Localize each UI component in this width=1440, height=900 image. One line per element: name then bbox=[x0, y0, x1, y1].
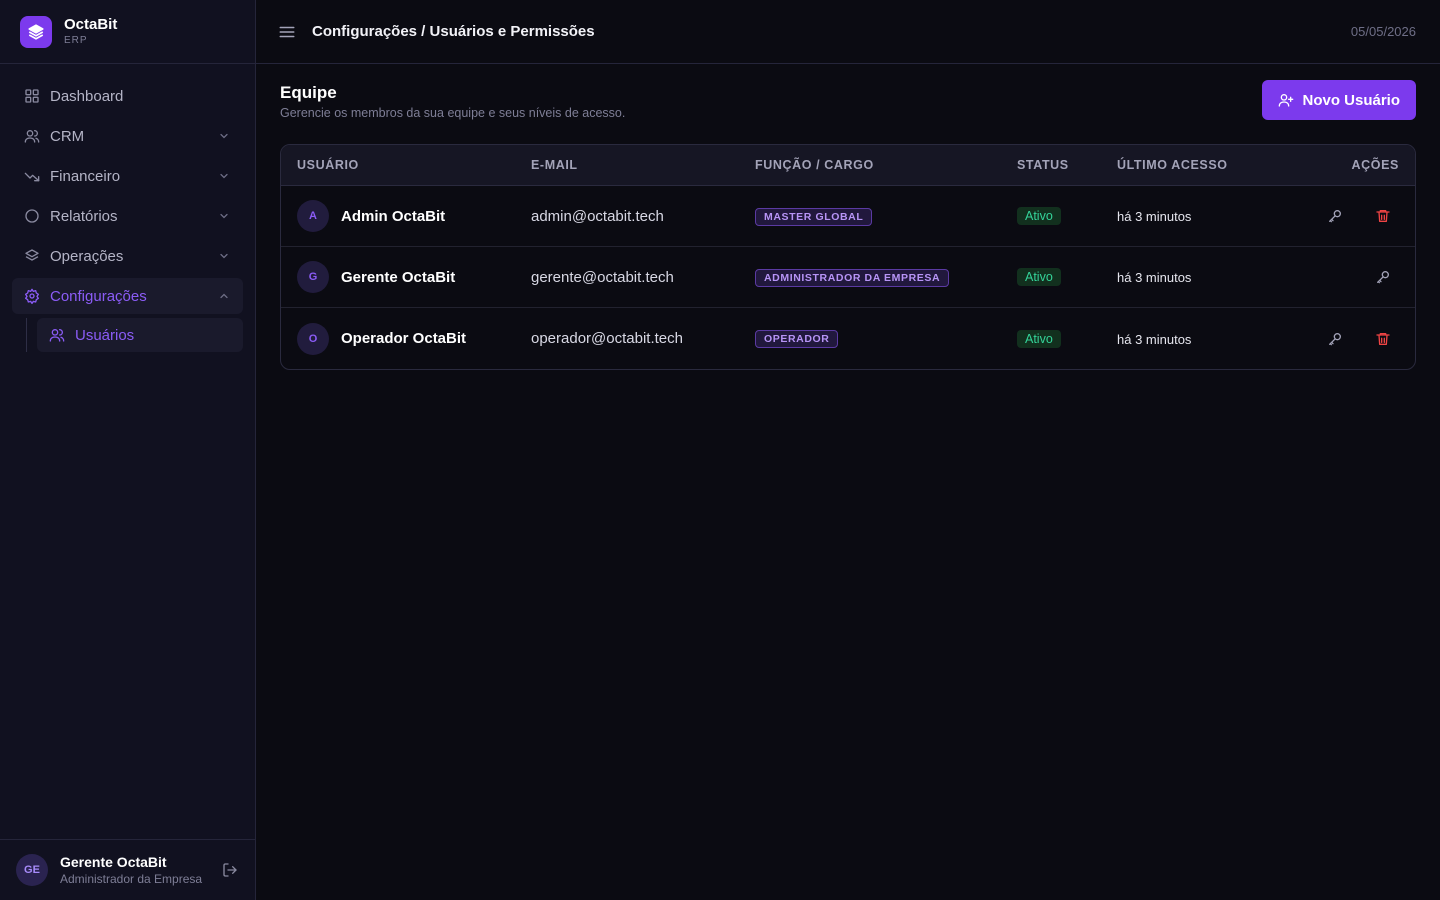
sidebar-item-dashboard[interactable]: Dashboard bbox=[12, 78, 243, 114]
chevron-down-icon bbox=[217, 129, 231, 143]
user-email: admin@octabit.tech bbox=[531, 207, 664, 225]
column-header-last-access: ÚLTIMO ACESSO bbox=[1117, 158, 1228, 172]
gear-icon bbox=[24, 288, 40, 304]
sidebar-item-label: Configurações bbox=[50, 287, 147, 305]
brand[interactable]: OctaBit ERP bbox=[0, 0, 255, 64]
user-name: Gerente OctaBit bbox=[60, 854, 167, 870]
top-bar: Configurações / Usuários e Permissões 05… bbox=[256, 0, 1440, 64]
breadcrumb: Configurações / Usuários e Permissões bbox=[312, 23, 595, 40]
table-row: G Gerente OctaBit gerente@octabit.tech A… bbox=[281, 247, 1415, 308]
user-email: operador@octabit.tech bbox=[531, 330, 683, 347]
column-header-user: USUÁRIO bbox=[297, 158, 359, 172]
status-badge: Ativo bbox=[1017, 329, 1061, 348]
users-table: USUÁRIO E-MAIL FUNÇÃO / CARGO STATUS ÚLT… bbox=[280, 144, 1416, 370]
logout-icon[interactable] bbox=[221, 861, 239, 879]
avatar[interactable]: GE bbox=[16, 854, 48, 886]
sidebar-item-label: Operações bbox=[50, 247, 124, 265]
sidebar-item-configuracoes[interactable]: Configurações bbox=[12, 278, 243, 314]
main-content: Equipe Gerencie os membros da sua equipe… bbox=[280, 80, 1416, 370]
sidebar-subitem-label: Usuários bbox=[75, 326, 135, 344]
avatar: O bbox=[297, 322, 329, 355]
user-plus-icon bbox=[1278, 92, 1294, 108]
sidebar-item-label: Financeiro bbox=[50, 167, 121, 185]
sidebar-item-label: Relatórios bbox=[50, 207, 118, 225]
sidebar: OctaBit ERP Dashboard CRM Financeiro Rel… bbox=[0, 0, 256, 900]
user-email: gerente@octabit.tech bbox=[531, 268, 674, 286]
last-access: há 3 minutos bbox=[1117, 331, 1192, 347]
trash-icon[interactable] bbox=[1367, 200, 1399, 232]
role-badge: ADMINISTRADOR DA EMPRESA bbox=[755, 268, 950, 287]
avatar: G bbox=[297, 261, 329, 293]
user-role: Administrador da Empresa bbox=[60, 872, 203, 886]
logo-icon bbox=[20, 15, 52, 48]
status-badge: Ativo bbox=[1017, 268, 1061, 286]
trend-down-icon bbox=[24, 168, 40, 184]
table-header: USUÁRIO E-MAIL FUNÇÃO / CARGO STATUS ÚLT… bbox=[281, 145, 1415, 186]
chevron-down-icon bbox=[217, 169, 231, 183]
sidebar-item-crm[interactable]: CRM bbox=[12, 118, 243, 154]
user-name: Operador OctaBit bbox=[341, 330, 467, 347]
grid-icon bbox=[24, 88, 40, 104]
sidebar-item-label: CRM bbox=[50, 127, 85, 145]
brand-name: OctaBit bbox=[64, 15, 118, 33]
sidebar-item-relatorios[interactable]: Relatórios bbox=[12, 198, 243, 234]
chevron-up-icon bbox=[217, 289, 231, 303]
new-user-button[interactable]: Novo Usuário bbox=[1262, 80, 1416, 120]
column-header-email: E-MAIL bbox=[531, 158, 578, 172]
menu-icon[interactable] bbox=[278, 23, 296, 41]
brand-subtitle: ERP bbox=[64, 34, 88, 46]
table-row: A Admin OctaBit admin@octabit.tech MASTE… bbox=[281, 186, 1415, 247]
last-access: há 3 minutos bbox=[1117, 270, 1192, 285]
chevron-down-icon bbox=[217, 209, 231, 223]
users-icon bbox=[24, 128, 40, 144]
trash-icon[interactable] bbox=[1367, 323, 1399, 355]
layers-icon bbox=[24, 248, 40, 264]
status-badge: Ativo bbox=[1017, 207, 1061, 225]
users-icon bbox=[49, 327, 65, 343]
page-title: Equipe bbox=[280, 83, 337, 102]
user-name: Admin OctaBit bbox=[341, 207, 446, 225]
sidebar-nav: Dashboard CRM Financeiro Relatórios Oper… bbox=[0, 64, 255, 352]
table-row: O Operador OctaBit operador@octabit.tech… bbox=[281, 308, 1415, 369]
sidebar-subnav: Usuários bbox=[26, 318, 243, 352]
key-icon[interactable] bbox=[1319, 323, 1351, 355]
column-header-status: STATUS bbox=[1017, 158, 1069, 172]
page-header: Equipe Gerencie os membros da sua equipe… bbox=[280, 80, 1416, 144]
sidebar-item-operacoes[interactable]: Operações bbox=[12, 238, 243, 274]
sidebar-item-financeiro[interactable]: Financeiro bbox=[12, 158, 243, 194]
key-icon[interactable] bbox=[1367, 261, 1399, 293]
role-badge: OPERADOR bbox=[755, 330, 839, 348]
sidebar-subitem-usuarios[interactable]: Usuários bbox=[37, 318, 243, 352]
current-date: 05/05/2026 bbox=[1350, 24, 1416, 39]
column-header-actions: AÇÕES bbox=[1351, 158, 1399, 172]
new-user-label: Novo Usuário bbox=[1302, 91, 1400, 109]
sidebar-item-label: Dashboard bbox=[50, 87, 124, 105]
page-subtitle: Gerencie os membros da sua equipe e seus… bbox=[280, 106, 626, 120]
user-footer: GE Gerente OctaBit Administrador da Empr… bbox=[0, 839, 255, 900]
chevron-down-icon bbox=[217, 249, 231, 263]
role-badge: MASTER GLOBAL bbox=[755, 207, 873, 226]
last-access: há 3 minutos bbox=[1117, 209, 1192, 224]
avatar: A bbox=[297, 200, 329, 232]
circle-icon bbox=[24, 208, 40, 224]
user-name: Gerente OctaBit bbox=[341, 268, 456, 286]
column-header-role: FUNÇÃO / CARGO bbox=[755, 158, 874, 172]
key-icon[interactable] bbox=[1319, 200, 1351, 232]
